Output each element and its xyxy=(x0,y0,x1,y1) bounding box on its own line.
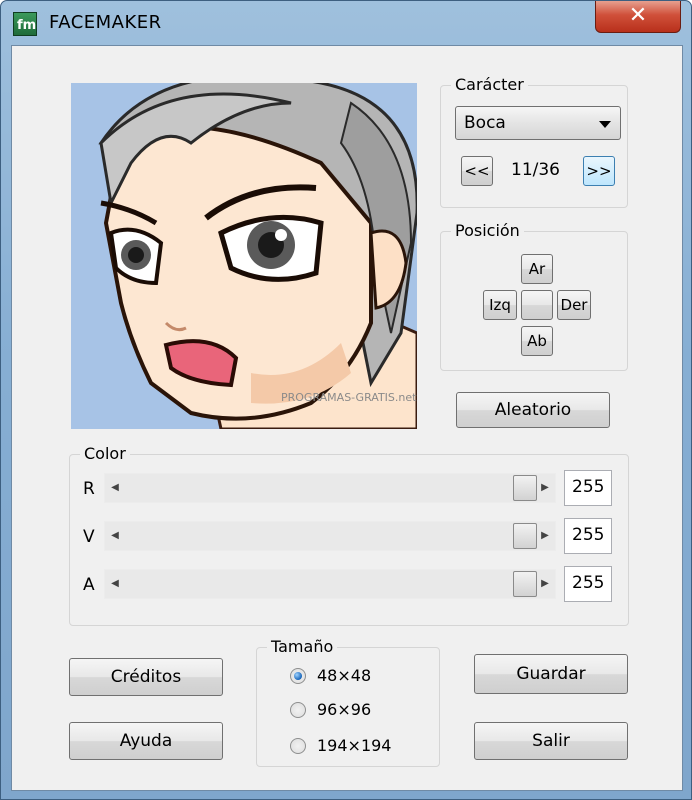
caracter-group: Carácter Boca << 11/36 >> xyxy=(440,75,628,208)
client-area: PROGRAMAS-GRATIS.net Carácter Boca << 11… xyxy=(11,45,683,791)
posicion-group: Posición Ar Izq Der Ab xyxy=(440,221,628,371)
move-left-label: Izq xyxy=(489,296,511,314)
color-value-input[interactable]: 255 xyxy=(564,566,612,602)
help-label: Ayuda xyxy=(119,731,173,751)
tamano-group-title: Tamaño xyxy=(267,637,338,656)
arrow-right-icon[interactable]: ▶ xyxy=(537,474,553,502)
size-radio-label[interactable]: 194×194 xyxy=(317,736,391,755)
size-radio[interactable] xyxy=(290,702,306,718)
credits-label: Créditos xyxy=(110,667,182,687)
color-channel-label: R xyxy=(83,479,95,499)
chevron-down-icon xyxy=(599,121,611,128)
part-select-value: Boca xyxy=(464,113,506,133)
size-radio-label[interactable]: 96×96 xyxy=(317,700,371,719)
double-chevron-right-icon: >> xyxy=(586,162,612,180)
exit-button[interactable]: Salir xyxy=(474,722,628,760)
color-value-input[interactable]: 255 xyxy=(564,518,612,554)
color-channel-slider[interactable]: ◀ ▶ xyxy=(104,569,556,599)
caracter-group-title: Carácter xyxy=(451,75,528,94)
credits-button[interactable]: Créditos xyxy=(69,658,223,696)
save-label: Guardar xyxy=(516,664,586,684)
part-select[interactable]: Boca xyxy=(455,106,621,140)
center-button[interactable] xyxy=(521,290,553,320)
face-preview: PROGRAMAS-GRATIS.net xyxy=(71,83,417,429)
color-channel-label: V xyxy=(83,527,95,547)
window-title: FACEMAKER xyxy=(49,12,162,33)
arrow-left-icon[interactable]: ◀ xyxy=(107,522,123,550)
color-channel-slider[interactable]: ◀ ▶ xyxy=(104,521,556,551)
color-channel-label: A xyxy=(83,575,95,595)
move-down-label: Ab xyxy=(527,332,547,350)
facemaker-window: fm FACEMAKER ✕ PROGRAMAS-GRATIS.net Cará… xyxy=(0,0,692,800)
close-button[interactable]: ✕ xyxy=(595,1,681,33)
arrow-left-icon[interactable]: ◀ xyxy=(107,474,123,502)
save-button[interactable]: Guardar xyxy=(474,654,628,694)
move-left-button[interactable]: Izq xyxy=(483,290,517,320)
size-radio-label[interactable]: 48×48 xyxy=(317,666,371,685)
size-radio[interactable] xyxy=(290,738,306,754)
preview-watermark: PROGRAMAS-GRATIS.net xyxy=(281,391,417,404)
arrow-left-icon[interactable]: ◀ xyxy=(107,570,123,598)
next-part-button[interactable]: >> xyxy=(583,156,615,186)
move-down-button[interactable]: Ab xyxy=(521,326,553,356)
move-up-label: Ar xyxy=(528,260,546,278)
arrow-right-icon[interactable]: ▶ xyxy=(537,522,553,550)
color-value-input[interactable]: 255 xyxy=(564,470,612,506)
slider-thumb[interactable] xyxy=(513,571,537,597)
close-icon: ✕ xyxy=(628,3,648,28)
double-chevron-left-icon: << xyxy=(464,162,490,180)
exit-label: Salir xyxy=(532,731,570,751)
prev-part-button[interactable]: << xyxy=(461,156,493,186)
random-button[interactable]: Aleatorio xyxy=(456,392,610,428)
random-label: Aleatorio xyxy=(494,400,572,420)
app-icon: fm xyxy=(13,12,37,36)
color-channel-slider[interactable]: ◀ ▶ xyxy=(104,473,556,503)
arrow-right-icon[interactable]: ▶ xyxy=(537,570,553,598)
slider-thumb[interactable] xyxy=(513,523,537,549)
title-bar[interactable]: fm FACEMAKER ✕ xyxy=(1,1,691,45)
size-radio[interactable] xyxy=(290,668,306,684)
move-right-label: Der xyxy=(560,296,588,314)
part-counter: 11/36 xyxy=(511,160,560,180)
move-up-button[interactable]: Ar xyxy=(521,254,553,284)
slider-thumb[interactable] xyxy=(513,475,537,501)
move-right-button[interactable]: Der xyxy=(557,290,591,320)
color-group-title: Color xyxy=(80,444,130,463)
svg-text:fm: fm xyxy=(17,18,36,33)
posicion-group-title: Posición xyxy=(451,221,524,240)
help-button[interactable]: Ayuda xyxy=(69,722,223,760)
